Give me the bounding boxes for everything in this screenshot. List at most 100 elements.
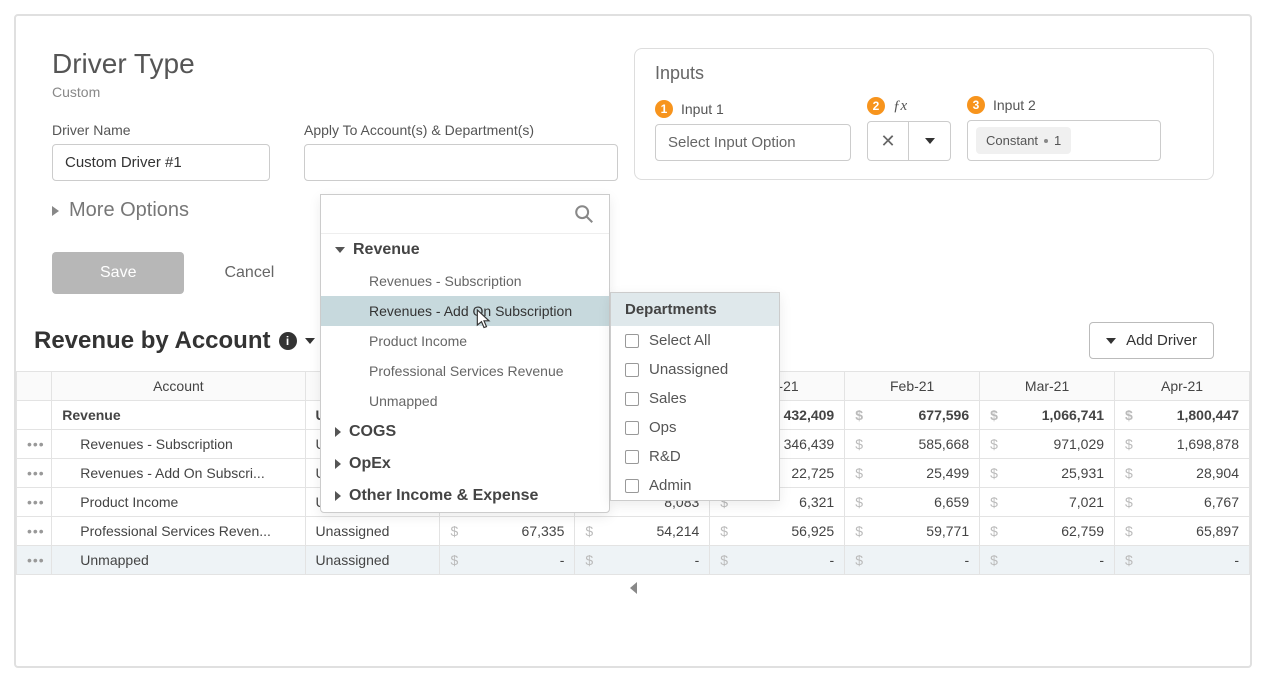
value-cell: $7,021 [980,488,1115,517]
value-cell: $6,767 [1115,488,1250,517]
save-button[interactable]: Save [52,252,184,294]
chevron-down-icon [335,247,345,253]
value-cell: $- [845,546,980,575]
value-cell: $- [440,546,575,575]
account-cell: Unmapped [52,546,305,575]
col-mar: Mar-21 [980,372,1115,401]
multiply-icon: ✕ [880,131,895,152]
value-cell: $971,029 [980,430,1115,459]
col-account: Account [52,372,305,401]
inputs-heading: Inputs [655,63,1193,84]
apply-to-input[interactable] [304,144,618,181]
col-apr: Apr-21 [1115,372,1250,401]
row-menu[interactable]: ••• [17,546,52,575]
input2-badge: 3 [967,96,985,114]
constant-pill: Constant 1 [976,127,1071,154]
col-feb: Feb-21 [845,372,980,401]
operator-dropdown-button[interactable] [909,121,951,161]
value-cell: $677,596 [845,401,980,430]
value-cell: $25,931 [980,459,1115,488]
value-cell: $28,904 [1115,459,1250,488]
value-cell: $1,800,447 [1115,401,1250,430]
department-option[interactable]: Unassigned [611,355,779,384]
row-menu[interactable]: ••• [17,430,52,459]
dropdown-group[interactable]: COGS [321,416,609,448]
cancel-button[interactable]: Cancel [224,264,274,282]
checkbox-icon [625,334,639,348]
chevron-down-icon [1106,338,1116,344]
departments-flyout: Departments Select AllUnassignedSalesOps… [610,292,780,501]
chevron-down-icon [925,138,935,144]
fx-label: ƒx [893,98,907,115]
department-option[interactable]: Admin [611,471,779,500]
dropdown-item[interactable]: Revenues - Subscription [321,266,609,296]
dept-cell: Unassigned [305,546,440,575]
dropdown-item[interactable]: Product Income [321,326,609,356]
value-cell: $65,897 [1115,517,1250,546]
checkbox-icon [625,421,639,435]
inputs-panel: Inputs 1 Input 1 Select Input Option 2 ƒ… [634,48,1214,180]
checkbox-icon [625,363,639,377]
value-cell: $- [575,546,710,575]
dropdown-group[interactable]: Other Income & Expense [321,480,609,512]
department-option[interactable]: Ops [611,413,779,442]
chevron-right-icon [335,459,341,469]
row-menu[interactable]: ••• [17,517,52,546]
checkbox-icon [625,479,639,493]
account-cell: Revenues - Subscription [52,430,305,459]
value-cell: $25,499 [845,459,980,488]
apply-to-label: Apply To Account(s) & Department(s) [304,122,618,138]
departments-heading: Departments [611,293,779,326]
input2-field[interactable]: Constant 1 [967,120,1161,161]
col-actions [17,372,52,401]
add-driver-button[interactable]: Add Driver [1089,322,1214,359]
operator-multiply-button[interactable]: ✕ [867,121,909,161]
dropdown-item[interactable]: Professional Services Revenue [321,356,609,386]
value-cell: $- [1115,546,1250,575]
value-cell: $56,925 [710,517,845,546]
value-cell: $59,771 [845,517,980,546]
value-cell: $1,698,878 [1115,430,1250,459]
dropdown-item[interactable]: Unmapped [321,386,609,416]
department-option[interactable]: Select All [611,326,779,355]
section-heading: Revenue by Account [34,327,271,355]
table-scroll-left[interactable] [16,575,1250,605]
value-cell: $67,335 [440,517,575,546]
checkbox-icon [625,450,639,464]
info-icon[interactable]: i [279,332,297,350]
more-options-toggle[interactable]: More Options [16,191,1250,246]
checkbox-icon [625,392,639,406]
input1-select[interactable]: Select Input Option [655,124,851,161]
row-menu[interactable] [17,401,52,430]
driver-name-label: Driver Name [52,122,270,138]
value-cell: $1,066,741 [980,401,1115,430]
input1-label: Input 1 [681,101,724,117]
dropdown-item[interactable]: Revenues - Add On Subscription [321,296,609,326]
value-cell: $- [980,546,1115,575]
value-cell: $62,759 [980,517,1115,546]
apply-to-dropdown: RevenueRevenues - SubscriptionRevenues -… [320,194,610,513]
account-cell: Product Income [52,488,305,517]
account-cell: Professional Services Reven... [52,517,305,546]
dept-cell: Unassigned [305,517,440,546]
input2-label: Input 2 [993,97,1036,113]
row-menu[interactable]: ••• [17,488,52,517]
dropdown-group[interactable]: OpEx [321,448,609,480]
operator-badge: 2 [867,97,885,115]
row-menu[interactable]: ••• [17,459,52,488]
search-icon[interactable] [573,203,595,225]
value-cell: $54,214 [575,517,710,546]
chevron-right-icon [335,491,341,501]
value-cell: $6,659 [845,488,980,517]
chevron-down-icon[interactable] [305,338,315,344]
value-cell: $585,668 [845,430,980,459]
account-cell: Revenue [52,401,305,430]
department-option[interactable]: Sales [611,384,779,413]
department-option[interactable]: R&D [611,442,779,471]
value-cell: $- [710,546,845,575]
dropdown-group[interactable]: Revenue [321,234,609,266]
triangle-left-icon [630,582,637,594]
account-cell: Revenues - Add On Subscri... [52,459,305,488]
chevron-right-icon [52,206,59,216]
driver-name-input[interactable] [52,144,270,181]
